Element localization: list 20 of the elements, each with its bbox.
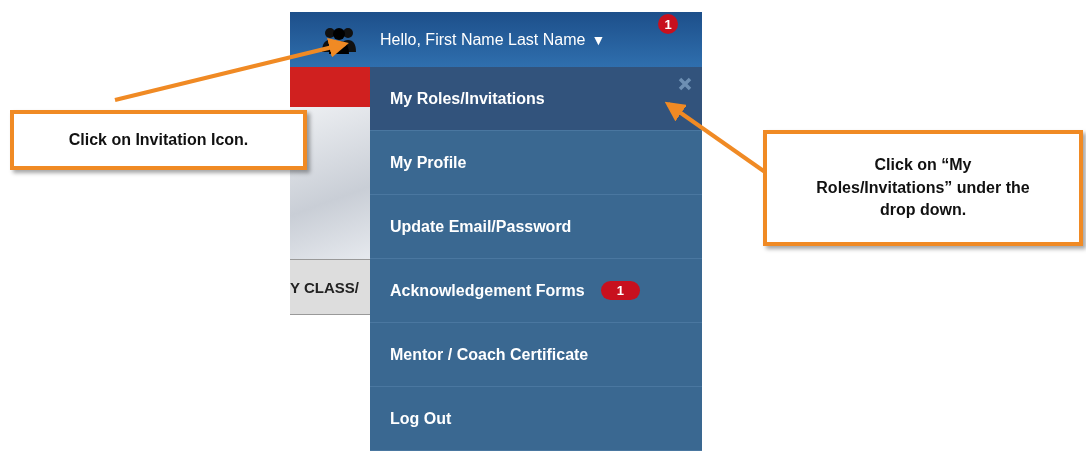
user-greeting[interactable]: Hello, First Name Last Name (380, 30, 586, 49)
menu-item[interactable]: Log Out (370, 387, 702, 451)
menu-item-label: Log Out (390, 409, 452, 428)
menu-item-label: My Roles/Invitations (390, 89, 545, 108)
menu-item-label: Acknowledgement Forms (390, 281, 585, 300)
count-badge: 1 (600, 281, 640, 300)
callout-box: Click on “My Roles/Invitations” under the drop down. (763, 130, 1083, 246)
menu-item-label: My Profile (390, 153, 467, 172)
menu-item[interactable]: My Roles/Invitations (370, 67, 702, 131)
menu-item[interactable]: Update Email/Password (370, 195, 702, 259)
nav-tab[interactable]: Y CLASS/ (290, 259, 370, 315)
callout-box: Click on Invitation Icon. (10, 110, 307, 170)
caret-icon[interactable]: ▼ (591, 31, 606, 48)
people-icon[interactable] (320, 25, 358, 54)
menu-item[interactable]: Mentor / Coach Certificate (370, 323, 702, 387)
menu-item[interactable]: Acknowledgement Forms 1 (370, 259, 702, 323)
menu-item-label: Update Email/Password (390, 217, 572, 236)
menu-item-label: Mentor / Coach Certificate (390, 345, 589, 364)
notification-badge: 1 (658, 14, 678, 34)
menu-item[interactable]: My Profile (370, 131, 702, 195)
